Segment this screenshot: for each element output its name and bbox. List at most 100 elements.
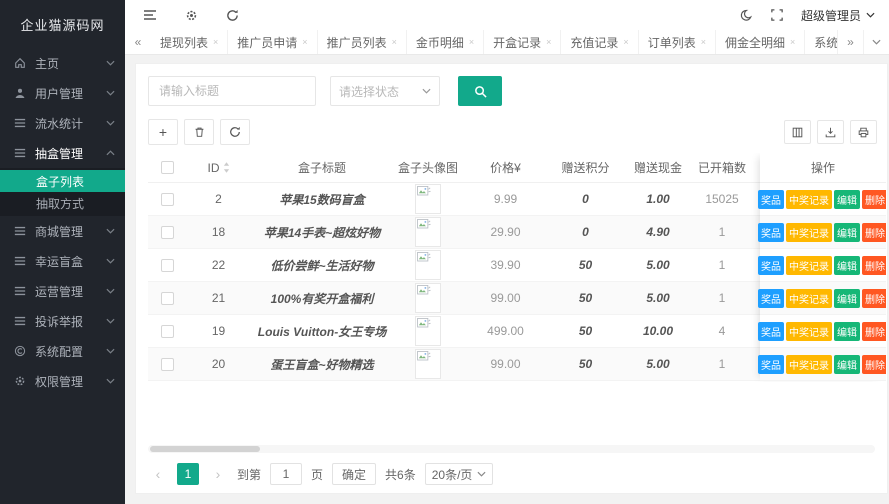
settings-gear-icon[interactable] (185, 9, 198, 22)
export-download-icon[interactable] (817, 120, 844, 144)
cell-price: 39.90 (490, 258, 521, 272)
print-icon[interactable] (850, 120, 877, 144)
row-checkbox[interactable] (160, 192, 174, 206)
tab-close-icon[interactable]: × (392, 37, 397, 47)
prize-button[interactable]: 奖品 (758, 354, 784, 374)
tab-item[interactable]: 开盒记录 × (484, 30, 562, 54)
cell-title: 苹果14手表~超炫好物 (263, 225, 381, 240)
tab-item[interactable]: 推广员申请 × (228, 30, 318, 54)
delete-button[interactable]: 删除 (862, 321, 886, 341)
refresh-icon[interactable] (226, 9, 239, 22)
sidebar-item-6[interactable]: 幸运盲盒 (0, 246, 125, 276)
box-table: ID 盒子标题 盒子头像图 价格¥ 赠送积分 赠送现金 已开箱数 权重值 (148, 153, 886, 382)
tab-item[interactable]: 系统配置项× (805, 30, 837, 54)
delete-button[interactable]: 删除 (862, 288, 886, 308)
delete-button[interactable]: 删除 (862, 189, 886, 209)
sidebar-item-1[interactable]: 主页 (0, 48, 125, 78)
tab-item[interactable]: 佣金全明细 × (716, 30, 806, 54)
tab-label: 订单列表 (647, 35, 696, 50)
edit-button[interactable]: 编辑 (834, 321, 860, 341)
tab-item[interactable]: 金币明细 × (407, 30, 485, 54)
row-actions: 奖品 中奖记录 编辑 删除 (758, 249, 886, 282)
delete-trash-icon[interactable] (184, 119, 214, 145)
tab-item[interactable]: 充值记录 × (561, 30, 639, 54)
sidebar-item-9[interactable]: 系统配置 (0, 336, 125, 366)
current-page-button[interactable]: 1 (177, 463, 199, 485)
scrollbar-thumb[interactable] (150, 446, 260, 452)
sidebar-item-3[interactable]: 流水统计 (0, 108, 125, 138)
edit-button[interactable]: 编辑 (834, 288, 860, 308)
edit-button[interactable]: 编辑 (834, 189, 860, 209)
tab-close-icon[interactable]: × (701, 37, 706, 47)
sidebar-item-5[interactable]: 商城管理 (0, 216, 125, 246)
win-record-button[interactable]: 中奖记录 (786, 189, 832, 209)
goto-page-input[interactable] (270, 463, 303, 485)
prize-button[interactable]: 奖品 (758, 189, 784, 209)
row-checkbox[interactable] (160, 258, 174, 272)
row-checkbox[interactable] (160, 225, 174, 239)
sidebar-item-7[interactable]: 运营管理 (0, 276, 125, 306)
edit-button[interactable]: 编辑 (834, 222, 860, 242)
prize-button[interactable]: 奖品 (758, 222, 784, 242)
prev-page-button[interactable]: ‹ (148, 463, 168, 485)
tabs-scroll-right-icon[interactable]: » (837, 30, 863, 54)
row-checkbox[interactable] (160, 357, 174, 371)
prize-button[interactable]: 奖品 (758, 255, 784, 275)
sidebar-item-4[interactable]: 抽盒管理 (0, 138, 125, 168)
tabs-scroll-left-icon[interactable]: « (125, 30, 151, 54)
prize-button[interactable]: 奖品 (758, 321, 784, 341)
delete-button[interactable]: 删除 (862, 354, 886, 374)
title-search-input[interactable] (148, 76, 316, 106)
delete-button[interactable]: 删除 (862, 222, 886, 242)
status-select[interactable]: 请选择状态 (330, 76, 440, 106)
win-record-button[interactable]: 中奖记录 (786, 321, 832, 341)
goto-confirm-button[interactable]: 确定 (332, 463, 377, 485)
add-button[interactable]: + (148, 119, 178, 145)
sidebar-item-2[interactable]: 用户管理 (0, 78, 125, 108)
tab-close-icon[interactable]: × (546, 37, 551, 47)
fullscreen-icon[interactable] (771, 9, 783, 21)
admin-dropdown[interactable]: 超级管理员 (801, 7, 875, 24)
tab-close-icon[interactable]: × (790, 37, 795, 47)
sidebar-subitem[interactable]: 抽取方式 (0, 192, 125, 214)
win-record-button[interactable]: 中奖记录 (786, 255, 832, 275)
win-record-button[interactable]: 中奖记录 (786, 222, 832, 242)
sidebar-item-10[interactable]: 权限管理 (0, 366, 125, 396)
win-record-button[interactable]: 中奖记录 (786, 354, 832, 374)
tab-item[interactable]: 推广员列表 × (318, 30, 407, 54)
table-refresh-icon[interactable] (220, 119, 250, 145)
list-icon (14, 147, 28, 159)
broken-image-icon (415, 316, 441, 346)
theme-moon-icon[interactable] (740, 9, 753, 22)
edit-button[interactable]: 编辑 (834, 354, 860, 374)
search-button[interactable] (458, 76, 502, 106)
tab-close-icon[interactable]: × (469, 37, 474, 47)
tabs-menu-icon[interactable] (863, 30, 889, 54)
filter-columns-icon[interactable] (784, 120, 811, 144)
select-all-checkbox[interactable] (160, 161, 174, 174)
delete-button[interactable]: 删除 (862, 255, 886, 275)
win-record-button[interactable]: 中奖记录 (786, 288, 832, 308)
next-page-button[interactable]: › (208, 463, 228, 485)
horizontal-scrollbar[interactable] (148, 445, 875, 453)
sidebar-subitem[interactable]: 盒子列表 (0, 170, 125, 192)
tab-close-icon[interactable]: × (302, 37, 307, 47)
row-checkbox[interactable] (160, 324, 174, 338)
sidebar-submenu: 盒子列表 抽取方式 (0, 168, 125, 216)
header-cash: 赠送现金 (633, 161, 682, 175)
cell-points: 50 (578, 324, 593, 338)
tab-close-icon[interactable]: × (213, 37, 218, 47)
chevron-down-icon (866, 12, 875, 18)
row-checkbox[interactable] (160, 291, 174, 305)
sidebar-item-8[interactable]: 投诉举报 (0, 306, 125, 336)
sort-icon[interactable] (223, 162, 230, 173)
prize-button[interactable]: 奖品 (758, 288, 784, 308)
edit-button[interactable]: 编辑 (834, 255, 860, 275)
tab-item[interactable]: 提现列表 × (151, 30, 229, 54)
tab-close-icon[interactable]: × (623, 37, 628, 47)
broken-image-icon (415, 217, 441, 247)
header-id[interactable]: ID (186, 153, 251, 182)
collapse-sidebar-icon[interactable] (143, 8, 157, 22)
tab-item[interactable]: 订单列表 × (639, 30, 716, 54)
per-page-select[interactable]: 20条/页 (424, 463, 494, 485)
